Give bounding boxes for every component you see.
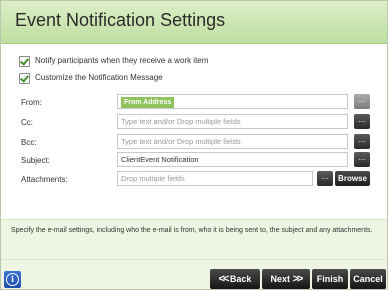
- finish-button[interactable]: Finish: [312, 269, 348, 289]
- subject-field[interactable]: ClientEvent Notification: [117, 152, 348, 167]
- cancel-button[interactable]: Cancel: [350, 269, 386, 289]
- bcc-ellipsis-button[interactable]: ...: [354, 134, 370, 149]
- back-button-label: Back: [229, 274, 252, 284]
- cc-ellipsis-button[interactable]: ...: [354, 114, 370, 129]
- attachments-ellipsis-button[interactable]: ...: [317, 171, 333, 186]
- back-button[interactable]: << Back: [210, 269, 260, 289]
- cc-label: Cc:: [21, 118, 33, 127]
- next-button-label: Next: [270, 274, 291, 284]
- subject-ellipsis-button[interactable]: ...: [354, 152, 370, 167]
- dialog-header: Event Notification Settings: [1, 1, 387, 44]
- from-ellipsis-button[interactable]: ...: [354, 94, 370, 109]
- attachments-label: Attachments:: [21, 175, 68, 184]
- page-title: Event Notification Settings: [15, 10, 226, 30]
- help-text: Specify the e-mail settings, including w…: [1, 219, 387, 259]
- notify-participants-label: Notify participants when they receive a …: [35, 56, 209, 65]
- from-label: From:: [21, 98, 42, 107]
- double-chevron-right-icon: >>: [292, 273, 304, 285]
- subject-label: Subject:: [21, 156, 50, 165]
- info-icon: i: [6, 273, 19, 286]
- cc-field[interactable]: Type text and/or Drop multiple fields: [117, 114, 348, 129]
- info-button[interactable]: i: [4, 271, 21, 288]
- attachments-field[interactable]: Drop multiple fields: [117, 171, 313, 186]
- bcc-label: Bcc:: [21, 138, 37, 147]
- from-address-token[interactable]: From Address: [121, 97, 175, 108]
- notify-participants-checkbox[interactable]: [19, 56, 30, 67]
- bcc-field[interactable]: Type text and/or Drop multiple fields: [117, 134, 348, 149]
- from-field[interactable]: From Address: [117, 94, 348, 109]
- browse-button[interactable]: Browse: [335, 171, 370, 186]
- next-button[interactable]: Next >>: [262, 269, 310, 289]
- customize-message-checkbox[interactable]: [19, 73, 30, 84]
- double-chevron-left-icon: <<: [218, 273, 230, 285]
- customize-message-label: Customize the Notification Message: [35, 73, 163, 82]
- event-notification-dialog: Event Notification Settings Notify parti…: [0, 0, 388, 290]
